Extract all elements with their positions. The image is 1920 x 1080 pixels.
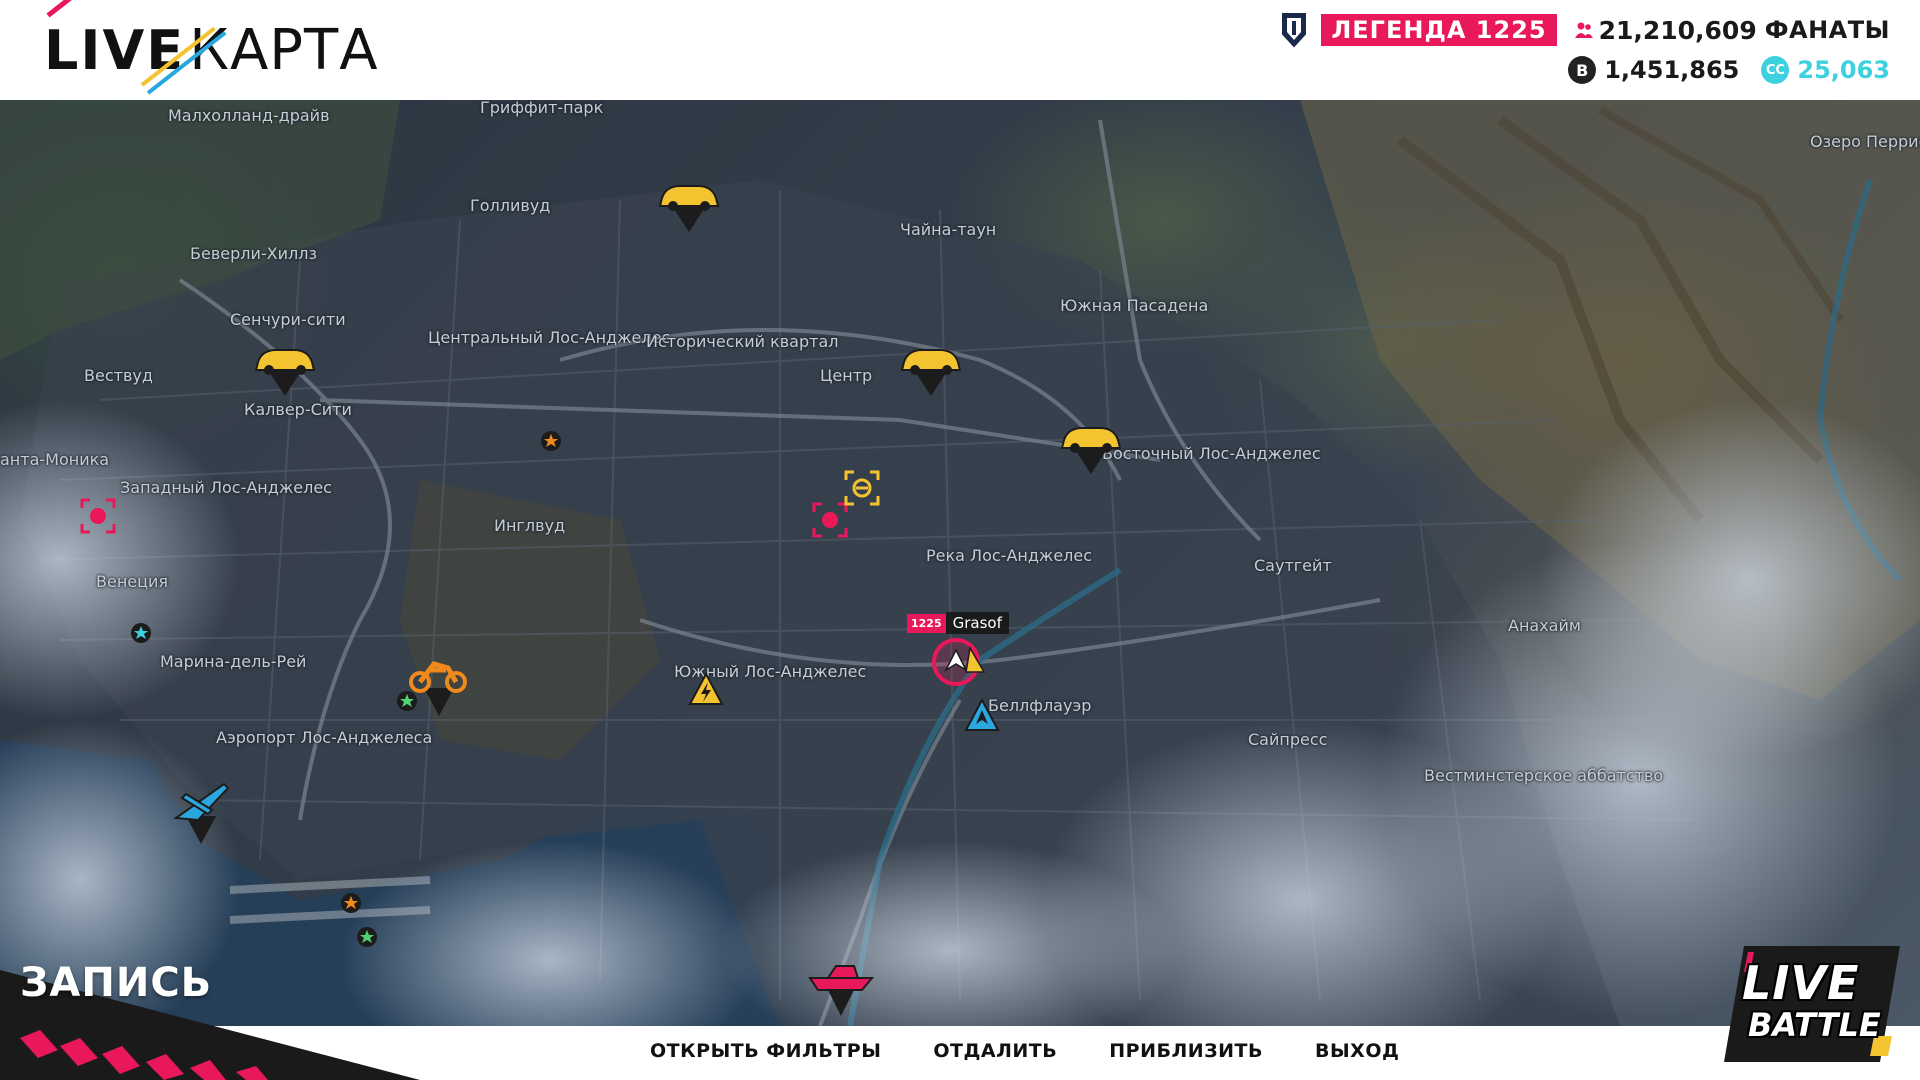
logo-slash-pink xyxy=(46,0,108,17)
place-label: Центр xyxy=(820,366,873,385)
place-label: Сайпресс xyxy=(1248,730,1328,749)
place-label: Река Лос-Анджелес xyxy=(926,546,1093,565)
action-bar: ОТКРЫТЬ ФИЛЬТРЫ ОТДАЛИТЬ ПРИБЛИЗИТЬ ВЫХО… xyxy=(650,1040,1451,1062)
top-bar: LIVE КАРТА ЛЕГЕНДА 1225 21,210,609 ФАНАТ… xyxy=(0,0,1920,100)
plane-event-marker[interactable] xyxy=(168,776,234,844)
place-label: Беверли-Хиллз xyxy=(190,244,317,263)
place-label: Центральный Лос-Анджелес xyxy=(428,328,671,347)
fans-label: ФАНАТЫ xyxy=(1764,16,1890,44)
skill-event-icon[interactable] xyxy=(964,698,1000,734)
player-stats: ЛЕГЕНДА 1225 21,210,609 ФАНАТЫ B 1,451,8… xyxy=(1281,12,1890,92)
stats-row-rank: ЛЕГЕНДА 1225 21,210,609 ФАНАТЫ xyxy=(1281,12,1890,48)
open-filters-button[interactable]: ОТКРЫТЬ ФИЛЬТРЫ xyxy=(650,1040,881,1062)
legend-badge: ЛЕГЕНДА 1225 xyxy=(1321,14,1557,46)
legend-label: ЛЕГЕНДА xyxy=(1331,16,1467,44)
zoom-in-button[interactable]: ПРИБЛИЗИТЬ xyxy=(1109,1040,1263,1062)
fans-value: 21,210,609 xyxy=(1598,15,1757,45)
place-label: Южная Пасадена xyxy=(1060,296,1209,315)
player-level: 1225 xyxy=(907,613,946,633)
place-label: Гриффит-парк xyxy=(480,100,604,117)
place-label: Восточный Лос-Анджелес xyxy=(1102,444,1321,463)
place-label: Саутгейт xyxy=(1254,556,1332,575)
logo: LIVE КАРТА xyxy=(44,0,379,95)
logo-live-text: LIVE xyxy=(44,18,186,82)
badge-live-text: LIVE xyxy=(1742,956,1860,1010)
place-label: Голливуд xyxy=(470,196,551,215)
place-label: Анахайм xyxy=(1508,616,1581,635)
car-event-marker[interactable] xyxy=(1058,418,1124,474)
place-label: Венеция xyxy=(96,572,169,591)
player-name: Grasof xyxy=(945,612,1009,634)
place-label: Исторический квартал xyxy=(646,332,839,351)
place-label: Беллфлауэр xyxy=(988,696,1092,715)
place-label: Марина-дель-Рей xyxy=(160,652,307,671)
lightning-event-icon[interactable] xyxy=(688,672,724,708)
bucks-value: 1,451,865 xyxy=(1604,56,1740,84)
place-label: Чайна-таун xyxy=(900,220,997,239)
place-label: Вестминстерское аббатство xyxy=(1424,766,1664,785)
place-label: Малхолланд-драйв xyxy=(168,106,330,125)
boat-event-marker[interactable] xyxy=(806,956,876,1016)
place-label: Сенчури-сити xyxy=(230,310,346,329)
place-label: Вествуд xyxy=(84,366,153,385)
bucks-coin-icon: B xyxy=(1568,56,1597,84)
logo-live: LIVE xyxy=(44,0,227,95)
badge-battle-text: BATTLE xyxy=(1748,1006,1881,1044)
page-title: КАРТА xyxy=(189,17,379,83)
place-label: Озеро Перрис xyxy=(1810,132,1920,151)
place-label: Калвер-Сити xyxy=(244,400,352,419)
crew-credits-value: 25,063 xyxy=(1797,56,1890,84)
star-photo-icon[interactable] xyxy=(356,926,378,948)
star-photo-icon[interactable] xyxy=(130,622,152,644)
recording-label: ЗАПИСЬ xyxy=(20,960,213,1006)
stats-row-currency: B 1,451,865 CC 25,063 xyxy=(1281,52,1890,88)
car-event-marker[interactable] xyxy=(656,176,722,232)
star-photo-icon[interactable] xyxy=(396,690,418,712)
radar-target-icon[interactable] xyxy=(842,468,882,508)
legend-level: 1225 xyxy=(1475,16,1547,44)
zoom-out-button[interactable]: ОТДАЛИТЬ xyxy=(933,1040,1057,1062)
star-photo-icon[interactable] xyxy=(540,430,562,452)
place-label: анта-Моника xyxy=(0,450,110,469)
star-photo-icon[interactable] xyxy=(340,892,362,914)
rank-shield-icon xyxy=(1282,13,1307,48)
exit-button[interactable]: ВЫХОД xyxy=(1315,1040,1399,1062)
world-map[interactable]: Малхолланд-драйв Гриффит-парк Голливуд Ч… xyxy=(0,100,1920,1026)
place-label: Западный Лос-Анджелес xyxy=(120,478,332,497)
fans-icon xyxy=(1574,22,1593,38)
place-label: Аэропорт Лос-Анджелеса xyxy=(216,728,433,747)
player-tag: 1225 Grasof xyxy=(907,612,1009,634)
car-event-marker[interactable] xyxy=(898,340,964,396)
car-event-marker[interactable] xyxy=(252,340,318,396)
place-label: Инглвуд xyxy=(494,516,566,535)
speed-trap-icon[interactable] xyxy=(78,496,118,536)
crew-credits-icon: CC xyxy=(1761,56,1790,84)
player-position-marker[interactable] xyxy=(930,636,990,688)
